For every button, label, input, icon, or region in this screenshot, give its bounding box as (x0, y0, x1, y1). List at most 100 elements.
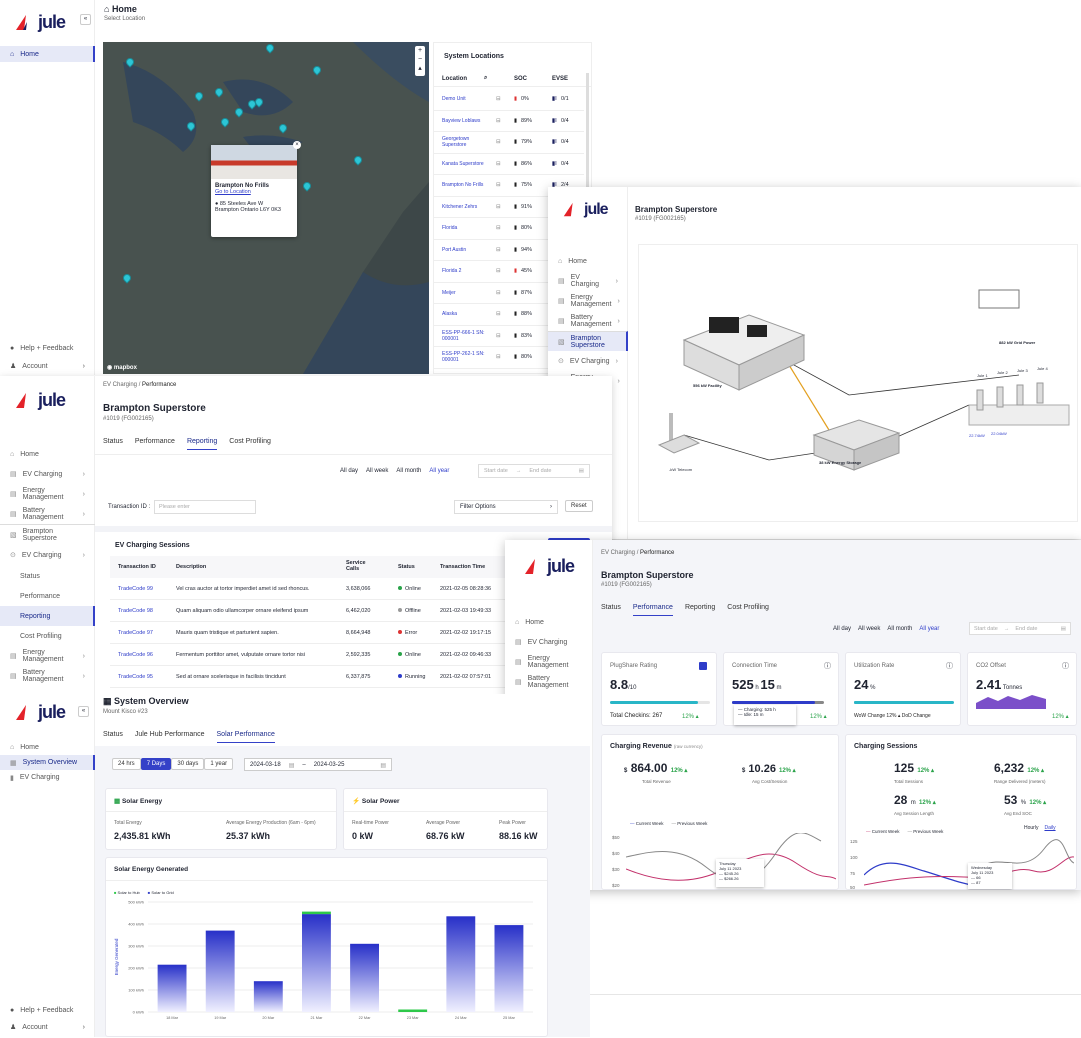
nav-ev-charging[interactable]: ▤ EV Charging › (0, 464, 95, 484)
transaction-id-link[interactable]: TradeCode 95 (118, 674, 153, 680)
transaction-id-link[interactable]: TradeCode 97 (118, 630, 153, 636)
location-name[interactable]: ESS-PP-666-1 SN: 000001 (442, 330, 486, 342)
help-feedback-link[interactable]: ● Help + Feedback (0, 340, 83, 356)
nav-brampton-superstore[interactable]: ▧ Brampton Superstore (548, 331, 628, 351)
mode-daily[interactable]: Daily (1044, 825, 1055, 831)
range-7days[interactable]: 7 Days (140, 758, 172, 770)
go-to-location-link[interactable]: Go to Location (215, 189, 293, 195)
bar-solar-to-grid[interactable] (446, 916, 476, 1012)
collapse-button[interactable]: « (80, 14, 91, 25)
nav-energy-management[interactable]: ▤Energy Management› (0, 646, 95, 666)
details-icon[interactable]: ⊟ (496, 139, 501, 145)
range-all-day[interactable]: All day (340, 468, 358, 474)
location-name[interactable]: Florida 2 (442, 268, 486, 274)
details-icon[interactable]: ⊟ (496, 161, 501, 167)
transaction-id-link[interactable]: TradeCode 98 (118, 608, 153, 614)
range-all-year[interactable]: All year (919, 626, 939, 632)
location-name[interactable]: Kitchener Zehrs (442, 204, 486, 210)
tab-cost-profiling[interactable]: Cost Profiling (727, 604, 769, 616)
column-soc[interactable]: SOC (514, 76, 527, 82)
col-transaction-time[interactable]: Transaction Time (440, 564, 485, 570)
details-icon[interactable]: ⊟ (496, 96, 501, 102)
nav-ev-charging[interactable]: ⊙ EV Charging › (548, 351, 628, 371)
col-transaction-id[interactable]: Transaction ID (118, 564, 156, 570)
bar-solar-to-hub[interactable] (302, 911, 331, 915)
nav-energy-management[interactable]: ▤Energy Management› (0, 484, 95, 504)
bar-solar-to-grid[interactable] (350, 943, 379, 1012)
info-icon[interactable]: ⓘ (946, 661, 953, 671)
nav-home[interactable]: ⌂ Home (0, 46, 95, 62)
details-icon[interactable]: ⊟ (496, 182, 501, 188)
bar-solar-to-grid[interactable] (157, 964, 187, 1012)
tab-performance[interactable]: Performance (632, 604, 673, 616)
col-status[interactable]: Status (398, 564, 415, 570)
col-description[interactable]: Description (176, 564, 206, 570)
map-zoom-controls[interactable]: + − ▴ (415, 46, 425, 76)
tab-jule-hub-performance[interactable]: Jule Hub Performance (135, 731, 205, 743)
details-icon[interactable]: ⊟ (496, 290, 501, 296)
nav-ev-charging[interactable]: ▤ EV Charging (505, 632, 593, 652)
overview-date-range[interactable]: 2024-03-18 ▤ –2024-03-25 ▤ (244, 758, 392, 771)
range-all-year[interactable]: All year (429, 468, 449, 474)
transaction-id-link[interactable]: TradeCode 96 (118, 652, 153, 658)
locations-map[interactable]: + − ▴ × Brampton No Frills Go to Location … (103, 42, 429, 374)
nav-brampton-superstore[interactable]: ▧ Brampton Superstore (0, 524, 95, 544)
nav-status[interactable]: Status (0, 566, 95, 586)
bar-solar-to-grid[interactable] (494, 925, 524, 1012)
help-feedback-link[interactable]: ● Help + Feedback (0, 1002, 83, 1018)
location-name[interactable]: Bayview Loblaws (442, 118, 486, 124)
location-name[interactable]: Georgetown Superstore (442, 136, 486, 148)
location-name[interactable]: Port Austin (442, 247, 486, 253)
nav-home[interactable]: ⌂ Home (505, 612, 593, 632)
details-icon[interactable]: ⊟ (496, 354, 501, 360)
reset-button[interactable]: Reset (565, 500, 593, 512)
nav-home[interactable]: ⌂ Home (0, 740, 95, 755)
details-icon[interactable]: ⊟ (496, 311, 501, 317)
nav-home[interactable]: ⌂ Home (0, 444, 95, 464)
nav-energy-management[interactable]: ▤Energy Management› (548, 291, 628, 311)
tab-status[interactable]: Status (103, 438, 123, 450)
col-service-calls[interactable]: Service Calls (346, 560, 372, 572)
bar-solar-to-grid[interactable] (253, 981, 283, 1012)
search-icon[interactable]: ⌕ (484, 75, 487, 82)
tab-reporting[interactable]: Reporting (186, 438, 218, 450)
nav-battery-management[interactable]: ▤ Battery Management › (0, 504, 95, 524)
details-icon[interactable]: ⊟ (496, 118, 501, 124)
range-all-week[interactable]: All week (858, 626, 880, 632)
transaction-id-link[interactable]: TradeCode 99 (118, 586, 153, 592)
location-row[interactable]: Kanata Superstore ⊟ ▮ 86% ▮⁞ 0/4 (434, 154, 584, 175)
transaction-id-input[interactable]: Please enter (154, 500, 256, 514)
details-icon[interactable]: ⊟ (496, 333, 501, 339)
account-menu[interactable]: ♟ Account › (0, 358, 95, 374)
range-30days[interactable]: 30 days (171, 758, 205, 770)
column-evse[interactable]: EVSE (552, 76, 568, 82)
location-name[interactable]: ESS-PP-262-1 SN: 000001 (442, 351, 486, 363)
nav-home[interactable]: ⌂ Home (548, 251, 628, 271)
date-range-picker[interactable]: Start date → End date ▤ (969, 622, 1071, 635)
details-icon[interactable]: ⊟ (496, 225, 501, 231)
location-name[interactable]: Florida (442, 225, 486, 231)
info-icon[interactable]: ⓘ (824, 661, 831, 671)
tab-reporting[interactable]: Reporting (685, 604, 715, 616)
range-all-day[interactable]: All day (833, 626, 851, 632)
nav-ev-charging[interactable]: ▤ EV Charging › (548, 271, 628, 291)
nav-battery-management[interactable]: ▤ Battery Management › (548, 311, 628, 331)
range-1year[interactable]: 1 year (204, 758, 234, 770)
nav-performance[interactable]: Performance (0, 586, 95, 606)
nav-ev-charging[interactable]: ▮ EV Charging (0, 770, 95, 785)
bar-solar-to-hub[interactable] (398, 1009, 428, 1013)
location-name[interactable]: Alaska (442, 311, 486, 317)
location-name[interactable]: Meijer (442, 290, 486, 296)
account-menu[interactable]: ♟ Account › (0, 1019, 95, 1035)
range-24hrs[interactable]: 24 hrs (112, 758, 141, 770)
tab-status[interactable]: Status (103, 731, 123, 743)
bar-solar-to-grid[interactable] (205, 930, 235, 1012)
nav-battery-management[interactable]: ▤ Battery Management (505, 672, 593, 692)
mode-hourly[interactable]: Hourly (1024, 825, 1038, 831)
location-name[interactable]: Kanata Superstore (442, 161, 486, 167)
tab-performance[interactable]: Performance (135, 438, 175, 450)
tab-solar-performance[interactable]: Solar Performance (216, 731, 275, 743)
tab-status[interactable]: Status (601, 604, 621, 616)
info-icon[interactable]: ⓘ (1062, 661, 1069, 671)
location-row[interactable]: Demo Unit ⊟ ▮ 0% ▮⁞ 0/1 (434, 89, 584, 111)
